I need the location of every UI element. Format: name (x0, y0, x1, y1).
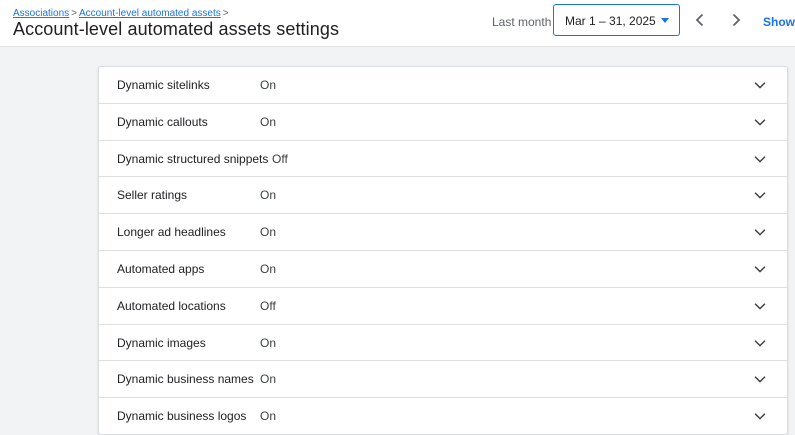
setting-status: Off (260, 298, 276, 313)
chevron-down-icon[interactable] (751, 260, 769, 278)
setting-row[interactable]: Automated apps On (99, 251, 787, 288)
date-range-label: Last month (492, 15, 552, 29)
setting-status: On (260, 225, 277, 240)
setting-row[interactable]: Dynamic callouts On (99, 104, 787, 141)
date-range-picker[interactable]: Mar 1 – 31, 2025 (553, 4, 680, 36)
breadcrumb: Associations > Account-level automated ass… (13, 8, 231, 19)
settings-list: Dynamic sitelinks On Dynamic callouts On Dyn… (98, 66, 788, 435)
chevron-down-icon[interactable] (751, 223, 769, 241)
setting-status: Off (272, 151, 288, 166)
next-period-button[interactable] (724, 8, 748, 32)
page-header: Associations > Account-level automated ass… (0, 0, 795, 47)
breadcrumb-associations-link[interactable]: Associations (13, 8, 69, 19)
chevron-down-icon[interactable] (751, 334, 769, 352)
setting-row[interactable]: Longer ad headlines On (99, 214, 787, 251)
breadcrumb-automated-assets-link[interactable]: Account-level automated assets (79, 8, 221, 19)
setting-name: Dynamic business logos (117, 409, 247, 424)
chevron-down-icon[interactable] (751, 76, 769, 94)
chevron-right-icon (732, 13, 741, 27)
chevron-left-icon (695, 13, 704, 27)
breadcrumb-separator: > (71, 8, 77, 19)
setting-status: On (260, 114, 277, 129)
breadcrumb-separator: > (222, 8, 229, 19)
show-link[interactable]: Show l (763, 15, 795, 29)
chevron-down-icon[interactable] (751, 370, 769, 388)
setting-status: On (260, 188, 277, 203)
setting-row[interactable]: Seller ratings On (99, 177, 787, 215)
setting-name: Longer ad headlines (117, 225, 226, 240)
chevron-down-icon[interactable] (751, 113, 769, 131)
setting-name: Dynamic callouts (117, 114, 208, 129)
setting-name: Automated apps (117, 261, 205, 276)
setting-name: Dynamic sitelinks (117, 78, 210, 92)
previous-period-button[interactable] (688, 8, 712, 32)
setting-row[interactable]: Dynamic images On (99, 325, 787, 362)
setting-row[interactable]: Dynamic business logos On (99, 398, 787, 434)
chevron-down-icon[interactable] (751, 186, 769, 204)
setting-status: On (260, 372, 277, 387)
setting-row[interactable]: Dynamic sitelinks On (99, 67, 787, 104)
setting-row[interactable]: Dynamic structured snippets Off (99, 141, 787, 178)
chevron-down-icon[interactable] (751, 407, 769, 425)
setting-status: On (260, 409, 277, 424)
caret-down-icon (661, 18, 669, 23)
chevron-down-icon[interactable] (751, 297, 769, 315)
setting-name: Dynamic structured snippets (117, 151, 269, 166)
setting-status: On (260, 335, 277, 350)
setting-name: Automated locations (117, 298, 226, 313)
setting-row[interactable]: Dynamic business names On (99, 361, 787, 399)
setting-row[interactable]: Automated locations Off (99, 288, 787, 325)
setting-name: Seller ratings (117, 188, 188, 203)
setting-status: On (260, 261, 277, 276)
chevron-down-icon[interactable] (751, 150, 769, 168)
date-range-value: Mar 1 – 31, 2025 (565, 14, 656, 28)
setting-name: Dynamic images (117, 335, 206, 350)
setting-name: Dynamic business names (117, 372, 254, 387)
page-title: Account-level automated assets settings (13, 19, 340, 39)
setting-status: On (260, 78, 277, 92)
